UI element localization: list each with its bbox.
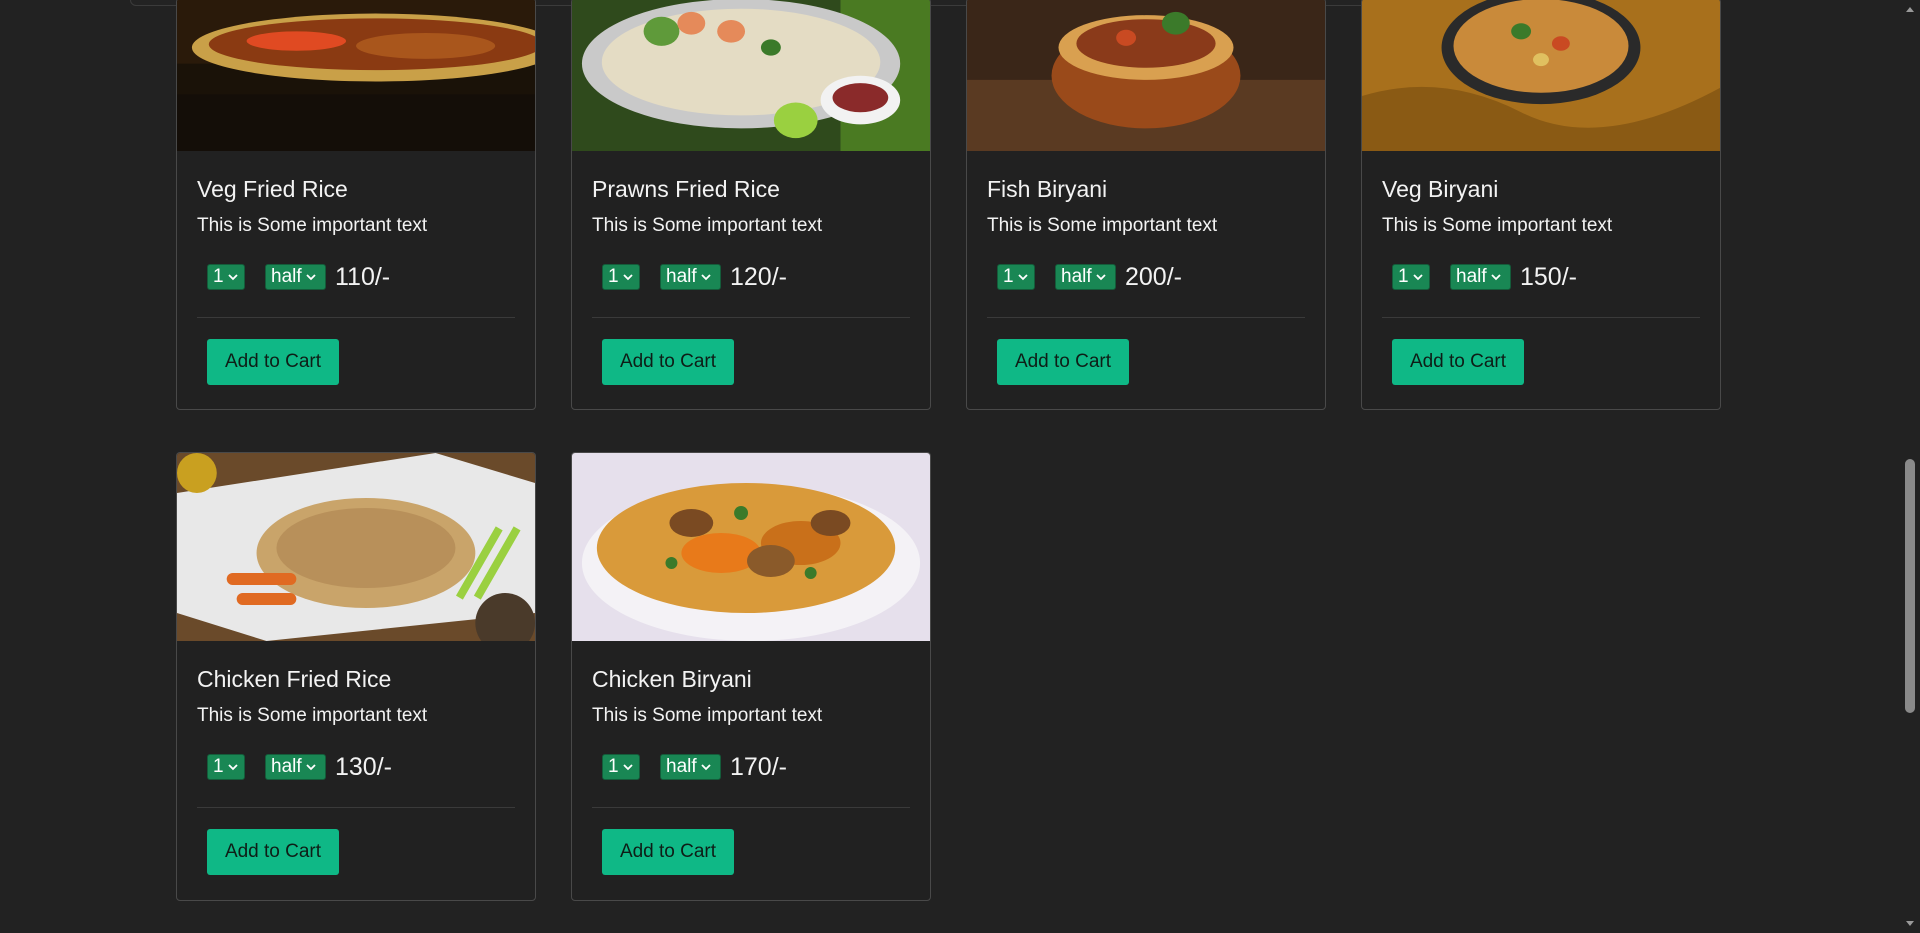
price: 170/- (730, 752, 787, 781)
chevron-down-icon (306, 764, 316, 771)
quantity-select[interactable]: 1 (602, 754, 640, 780)
divider (197, 317, 515, 318)
food-image (967, 0, 1325, 151)
add-to-cart-button[interactable]: Add to Cart (1392, 339, 1524, 385)
order-controls: 1 half 130/- (197, 753, 515, 781)
food-description: This is Some important text (197, 215, 428, 236)
quantity-select[interactable]: 1 (602, 264, 640, 290)
quantity-value: 1 (608, 756, 619, 777)
food-title: Chicken Fried Rice (197, 666, 392, 692)
quantity-value: 1 (213, 756, 224, 777)
vertical-scrollbar[interactable] (1900, 0, 1920, 933)
divider (987, 317, 1305, 318)
add-to-cart-button[interactable]: Add to Cart (997, 339, 1129, 385)
scroll-up-arrow-icon[interactable] (1904, 4, 1916, 16)
food-title: Veg Fried Rice (197, 176, 348, 202)
add-to-cart-button[interactable]: Add to Cart (602, 339, 734, 385)
food-image (1362, 0, 1720, 151)
order-controls: 1 half 200/- (987, 263, 1305, 291)
food-description: This is Some important text (987, 215, 1218, 236)
divider (197, 807, 515, 808)
add-to-cart-button[interactable]: Add to Cart (207, 829, 339, 875)
food-card: Prawns Fried Rice This is Some important… (571, 0, 931, 410)
food-image (177, 453, 535, 641)
food-image (572, 453, 930, 641)
food-title: Veg Biryani (1382, 176, 1499, 202)
food-card: Veg Biryani This is Some important text … (1361, 0, 1721, 410)
food-title: Chicken Biryani (592, 666, 752, 692)
divider (1382, 317, 1700, 318)
quantity-select[interactable]: 1 (207, 754, 245, 780)
order-controls: 1 half 150/- (1382, 263, 1700, 291)
food-image (572, 0, 930, 151)
food-card: Chicken Fried Rice This is Some importan… (176, 452, 536, 901)
chevron-down-icon (1096, 274, 1106, 281)
price: 200/- (1125, 262, 1182, 291)
food-description: This is Some important text (592, 215, 823, 236)
order-controls: 1 half 170/- (592, 753, 910, 781)
quantity-select[interactable]: 1 (207, 264, 245, 290)
quantity-value: 1 (213, 266, 224, 287)
food-description: This is Some important text (197, 705, 428, 726)
size-select[interactable]: half (265, 754, 326, 780)
price: 130/- (335, 752, 392, 781)
add-to-cart-button[interactable]: Add to Cart (602, 829, 734, 875)
page-viewport: Veg Fried Rice This is Some important te… (0, 0, 1920, 933)
food-image (177, 0, 535, 151)
order-controls: 1 half 120/- (592, 263, 910, 291)
size-value: half (1061, 266, 1092, 287)
size-value: half (666, 756, 697, 777)
quantity-select[interactable]: 1 (997, 264, 1035, 290)
add-to-cart-button[interactable]: Add to Cart (207, 339, 339, 385)
size-value: half (271, 756, 302, 777)
size-value: half (271, 266, 302, 287)
chevron-down-icon (227, 274, 238, 281)
chevron-down-icon (1017, 274, 1028, 281)
size-select[interactable]: half (660, 264, 721, 290)
size-value: half (666, 266, 697, 287)
chevron-down-icon (622, 274, 633, 281)
chevron-down-icon (622, 764, 633, 771)
food-card-grid: Veg Fried Rice This is Some important te… (176, 0, 1722, 901)
chevron-down-icon (701, 764, 711, 771)
chevron-down-icon (227, 764, 238, 771)
quantity-value: 1 (1398, 266, 1409, 287)
size-select[interactable]: half (1450, 264, 1511, 290)
divider (592, 317, 910, 318)
quantity-select[interactable]: 1 (1392, 264, 1430, 290)
size-select[interactable]: half (1055, 264, 1116, 290)
size-value: half (1456, 266, 1487, 287)
food-description: This is Some important text (592, 705, 823, 726)
size-select[interactable]: half (660, 754, 721, 780)
food-description: This is Some important text (1382, 215, 1613, 236)
food-title: Fish Biryani (987, 176, 1108, 202)
price: 120/- (730, 262, 787, 291)
divider (592, 807, 910, 808)
scrollbar-thumb[interactable] (1905, 459, 1915, 713)
scroll-down-arrow-icon[interactable] (1904, 917, 1916, 929)
chevron-down-icon (1491, 274, 1501, 281)
chevron-down-icon (701, 274, 711, 281)
food-card: Veg Fried Rice This is Some important te… (176, 0, 536, 410)
quantity-value: 1 (608, 266, 619, 287)
food-title: Prawns Fried Rice (592, 176, 780, 202)
food-card: Fish Biryani This is Some important text… (966, 0, 1326, 410)
food-card: Chicken Biryani This is Some important t… (571, 452, 931, 901)
order-controls: 1 half 110/- (197, 263, 515, 291)
price: 110/- (335, 262, 391, 291)
quantity-value: 1 (1003, 266, 1014, 287)
price: 150/- (1520, 262, 1577, 291)
size-select[interactable]: half (265, 264, 326, 290)
chevron-down-icon (1412, 274, 1423, 281)
chevron-down-icon (306, 274, 316, 281)
